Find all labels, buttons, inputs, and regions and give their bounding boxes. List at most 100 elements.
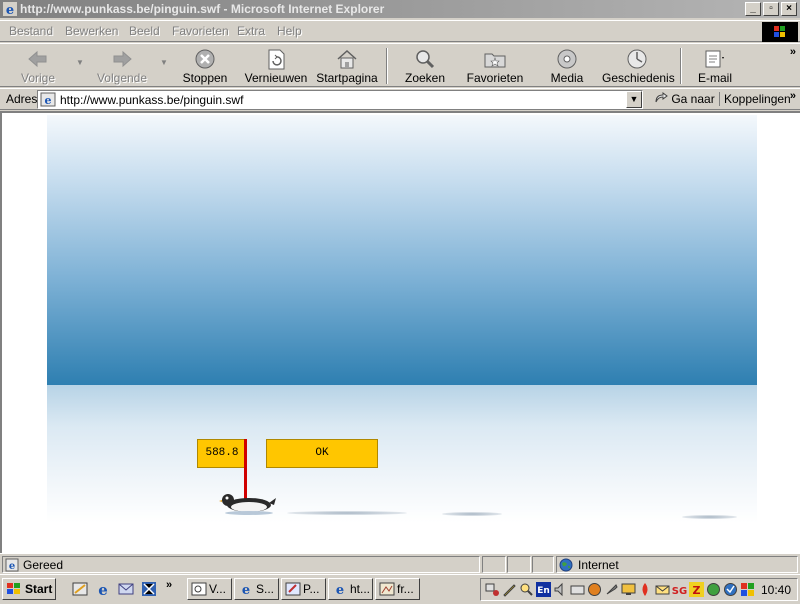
- snow-ground: [47, 385, 757, 523]
- paint-window-icon: [285, 582, 301, 596]
- tray-sg-icon[interactable]: SG: [672, 582, 687, 597]
- title-bar[interactable]: e http://www.punkass.be/pinguin.swf - Mi…: [0, 0, 800, 18]
- back-button[interactable]: Vorige: [8, 46, 68, 86]
- status-cell: [532, 556, 554, 573]
- stop-icon: [195, 49, 215, 69]
- tray-app-icon[interactable]: [706, 582, 721, 597]
- home-icon: [337, 49, 357, 69]
- taskbar-button[interactable]: fr...: [375, 578, 420, 600]
- address-url: http://www.punkass.be/pinguin.swf: [60, 93, 244, 107]
- windows-flag-icon: [7, 583, 20, 594]
- messenger-icon[interactable]: [141, 581, 157, 597]
- tray-antivirus-icon[interactable]: [587, 582, 602, 597]
- links-more-chevron[interactable]: »: [790, 90, 796, 102]
- menu-help[interactable]: Help: [277, 24, 302, 38]
- menu-bestand[interactable]: Bestand: [9, 24, 53, 38]
- taskbar-button[interactable]: V...: [187, 578, 232, 600]
- penguin-icon: [219, 494, 276, 515]
- tray-scanner-icon[interactable]: [570, 582, 585, 597]
- show-desktop-icon[interactable]: [72, 581, 88, 597]
- svg-text:e: e: [6, 3, 14, 17]
- go-button[interactable]: Ga naar: [654, 92, 715, 106]
- outlook-icon[interactable]: [118, 581, 134, 597]
- home-button[interactable]: Startpagina: [316, 46, 378, 86]
- menu-bar: Bestand Bewerken Beeld Favorieten Extra …: [0, 20, 800, 42]
- mail-icon: [705, 50, 724, 68]
- tray-network-icon[interactable]: [485, 582, 500, 597]
- tray-search-icon[interactable]: [519, 582, 534, 597]
- toolbar-separator: [680, 48, 682, 84]
- menu-favorieten[interactable]: Favorieten: [172, 24, 229, 38]
- address-dropdown-button[interactable]: ▼: [626, 91, 642, 108]
- tray-pencil-icon[interactable]: [502, 582, 517, 597]
- forward-dropdown-icon[interactable]: ▼: [160, 58, 168, 67]
- quicklaunch-more-chevron[interactable]: »: [166, 579, 172, 591]
- minimize-button[interactable]: _: [745, 2, 761, 16]
- svg-text:SG: SG: [672, 586, 687, 597]
- ie-launch-icon[interactable]: e: [95, 581, 111, 597]
- svg-text:e: e: [9, 561, 15, 572]
- security-zone: Internet: [556, 556, 798, 573]
- search-button[interactable]: Zoeken: [398, 46, 452, 86]
- toolbar: Vorige ▼ Volgende ▼ Stoppen Vernieuwen S…: [0, 43, 800, 87]
- tray-tool-icon[interactable]: [604, 582, 619, 597]
- close-button[interactable]: ×: [781, 2, 797, 16]
- forward-arrow-icon: [113, 50, 132, 68]
- back-dropdown-icon[interactable]: ▼: [76, 58, 84, 67]
- media-icon: [557, 49, 577, 69]
- refresh-icon: [268, 49, 285, 70]
- media-button[interactable]: Media: [542, 46, 592, 86]
- stop-button[interactable]: Stoppen: [180, 46, 230, 86]
- refresh-button[interactable]: Vernieuwen: [244, 46, 308, 86]
- forward-button[interactable]: Volgende: [92, 46, 152, 86]
- status-panel: e Gereed: [2, 556, 480, 573]
- links-button[interactable]: Koppelingen: [719, 92, 791, 106]
- svg-text:Z: Z: [693, 584, 701, 597]
- svg-text:e: e: [45, 94, 52, 107]
- system-tray: En SG Z 10:40: [480, 578, 798, 601]
- taskbar-button[interactable]: e ht...: [328, 578, 373, 600]
- status-text: Gereed: [23, 558, 64, 572]
- distance-score: 588.8: [197, 439, 247, 468]
- search-window-icon: [191, 582, 207, 596]
- toolbar-more-chevron[interactable]: »: [790, 46, 796, 58]
- search-icon: [416, 50, 435, 69]
- browser-window: e http://www.punkass.be/pinguin.swf - Mi…: [0, 0, 800, 604]
- back-arrow-icon: [28, 50, 47, 68]
- ie-window-icon: e: [242, 583, 250, 596]
- menu-beeld[interactable]: Beeld: [129, 24, 160, 38]
- favorites-button[interactable]: Favorieten: [466, 46, 524, 86]
- sky-background: [47, 115, 757, 385]
- taskbar: Start e » V... e S... P... e ht... fr...: [0, 574, 800, 604]
- mail-button[interactable]: E-mail: [690, 46, 740, 86]
- tray-display-icon[interactable]: [621, 582, 636, 597]
- ie-icon: e: [3, 2, 17, 17]
- svg-text:En: En: [537, 586, 550, 596]
- svg-text:e: e: [336, 583, 344, 596]
- tray-windows-icon[interactable]: [740, 582, 755, 597]
- menu-extra[interactable]: Extra: [237, 24, 265, 38]
- maximize-button[interactable]: ▫: [763, 2, 779, 16]
- status-cell: [507, 556, 531, 573]
- taskbar-button[interactable]: P...: [281, 578, 326, 600]
- tray-language-icon[interactable]: En: [536, 582, 551, 597]
- zone-text: Internet: [578, 558, 619, 572]
- status-cell: [482, 556, 506, 573]
- taskbar-button[interactable]: e S...: [234, 578, 279, 600]
- history-button[interactable]: Geschiedenis: [602, 46, 675, 86]
- tray-mail-icon[interactable]: [655, 582, 670, 597]
- tray-za-icon[interactable]: Z: [689, 582, 704, 597]
- address-input[interactable]: e http://www.punkass.be/pinguin.swf ▼: [37, 90, 643, 109]
- favorites-folder-icon: [484, 53, 506, 68]
- page-done-icon: e: [5, 558, 19, 572]
- tray-flame-icon[interactable]: [638, 582, 653, 597]
- menu-bewerken[interactable]: Bewerken: [65, 24, 118, 38]
- tray-volume-icon[interactable]: [553, 582, 568, 597]
- start-button[interactable]: Start: [2, 578, 56, 600]
- globe-icon: [559, 558, 573, 572]
- flash-game-stage[interactable]: 588.8 OK: [47, 115, 757, 523]
- tray-security-icon[interactable]: [723, 582, 738, 597]
- ok-button[interactable]: OK: [266, 439, 378, 468]
- svg-text:e: e: [242, 583, 250, 596]
- clock[interactable]: 10:40: [761, 583, 791, 597]
